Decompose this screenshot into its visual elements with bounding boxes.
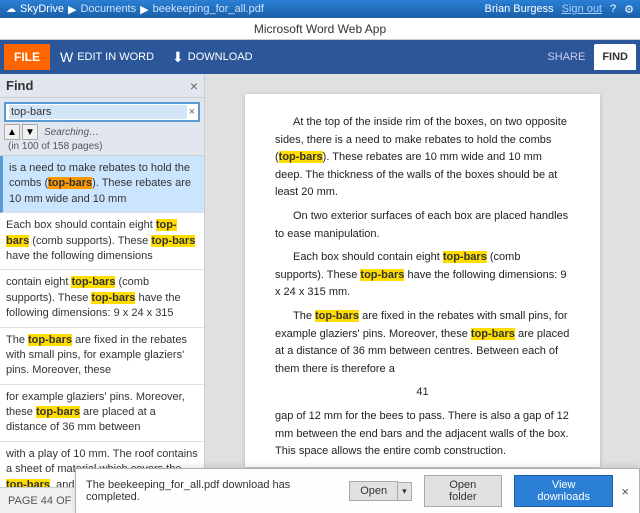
- download-bar: The beekeeping_for_all.pdf download has …: [75, 468, 640, 513]
- highlight-match: top-bars: [6, 479, 50, 487]
- doc-highlight: top-bars: [443, 251, 487, 263]
- find-clear-button[interactable]: ×: [189, 106, 195, 118]
- download-icon: ⬇: [172, 49, 184, 66]
- open-download-button[interactable]: Open: [349, 481, 398, 501]
- signout-link[interactable]: Sign out: [562, 3, 602, 15]
- doc-paragraph: On two exterior surfaces of each box are…: [275, 208, 570, 243]
- ribbon: FILE W EDIT IN WORD ⬇ DOWNLOAD SHARE FIN…: [0, 40, 640, 74]
- doc-highlight: top-bars: [360, 269, 404, 281]
- find-title: Find: [6, 78, 33, 93]
- highlight-match: top-bars: [48, 177, 92, 189]
- open-download-dropdown[interactable]: ▾: [398, 482, 412, 501]
- doc-page: At the top of the inside rim of the boxe…: [245, 94, 600, 467]
- doc-highlight: top-bars: [315, 310, 359, 322]
- view-downloads-button[interactable]: View downloads: [514, 475, 614, 507]
- doc-highlight: top-bars: [471, 328, 515, 340]
- find-panel: Find × × ▲ ▼ Searching… (in 100 of 158 p…: [0, 74, 205, 487]
- doc-paragraph: gap of 12 mm for the bees to pass. There…: [275, 408, 570, 461]
- highlight-match: top-bars: [36, 406, 80, 418]
- edit-in-word-icon: W: [60, 49, 73, 65]
- doc-highlight: top-bars: [279, 151, 323, 163]
- filename-label[interactable]: beekeeping_for_all.pdf: [153, 3, 264, 15]
- find-count: (in 100 of 158 pages): [4, 140, 200, 153]
- top-bar-left: ☁ SkyDrive ▶ Documents ▶ beekeeping_for_…: [6, 3, 264, 16]
- doc-paragraph: At the top of the inside rim of the boxe…: [275, 114, 570, 202]
- find-result-item[interactable]: is a need to make rebates to hold the co…: [0, 156, 204, 213]
- highlight-match: top-bars: [151, 235, 195, 247]
- download-message: The beekeeping_for_all.pdf download has …: [86, 479, 341, 503]
- help-icon[interactable]: ?: [610, 3, 616, 15]
- breadcrumb-sep2: ▶: [140, 3, 148, 16]
- find-result-item[interactable]: The top-bars are fixed in the rebates wi…: [0, 328, 204, 385]
- highlight-match: top-bars: [91, 292, 135, 304]
- doc-page-number: 41: [275, 384, 570, 402]
- find-result-item[interactable]: for example glaziers' pins. Moreover, th…: [0, 385, 204, 442]
- find-search-area: × ▲ ▼ Searching… (in 100 of 158 pages): [0, 98, 204, 156]
- find-input[interactable]: [9, 105, 187, 119]
- app-title: Microsoft Word Web App: [254, 22, 386, 36]
- breadcrumb-sep1: ▶: [68, 3, 76, 16]
- user-label: Brian Burgess: [485, 3, 554, 15]
- doc-paragraph: Each box should contain eight top-bars (…: [275, 249, 570, 302]
- tab-share[interactable]: SHARE: [539, 44, 593, 70]
- find-close-button[interactable]: ×: [190, 79, 198, 93]
- highlight-match: top-bars: [28, 334, 72, 346]
- find-input-row: ×: [4, 102, 200, 122]
- ribbon-tabs: SHARE FIND: [539, 44, 636, 70]
- doc-area[interactable]: At the top of the inside rim of the boxe…: [205, 74, 640, 487]
- find-status: Searching…: [40, 125, 103, 140]
- tab-find[interactable]: FIND: [594, 44, 636, 70]
- download-close-button[interactable]: ×: [621, 484, 629, 499]
- open-folder-button[interactable]: Open folder: [424, 475, 502, 507]
- skydrive-icon: ☁: [6, 4, 16, 15]
- download-button[interactable]: ⬇ DOWNLOAD: [164, 44, 261, 70]
- find-prev-button[interactable]: ▲: [4, 124, 20, 140]
- edit-in-word-label: EDIT IN WORD: [77, 51, 154, 63]
- find-results: is a need to make rebates to hold the co…: [0, 156, 204, 487]
- find-next-button[interactable]: ▼: [22, 124, 38, 140]
- download-label: DOWNLOAD: [188, 51, 253, 63]
- main-layout: Find × × ▲ ▼ Searching… (in 100 of 158 p…: [0, 74, 640, 487]
- find-header: Find ×: [0, 74, 204, 98]
- highlight-match: top-bars: [71, 276, 115, 288]
- doc-paragraph: The top-bars are fixed in the rebates wi…: [275, 308, 570, 378]
- find-nav-row: ▲ ▼ Searching…: [4, 124, 200, 140]
- title-bar: Microsoft Word Web App: [0, 18, 640, 40]
- find-result-item[interactable]: Each box should contain eight top-bars (…: [0, 213, 204, 270]
- file-button[interactable]: FILE: [4, 44, 50, 70]
- top-bar-right: Brian Burgess Sign out ? ⚙: [485, 3, 634, 16]
- edit-in-word-button[interactable]: W EDIT IN WORD: [52, 44, 162, 70]
- documents-label[interactable]: Documents: [80, 3, 136, 15]
- skydrive-label[interactable]: SkyDrive: [20, 3, 64, 15]
- download-open-group: Open ▾: [349, 481, 411, 501]
- top-bar: ☁ SkyDrive ▶ Documents ▶ beekeeping_for_…: [0, 0, 640, 18]
- find-result-item[interactable]: contain eight top-bars (comb supports). …: [0, 270, 204, 327]
- settings-icon[interactable]: ⚙: [624, 3, 634, 16]
- status-bar: PAGE 44 OF 158 75% The beekeeping_for_al…: [0, 487, 640, 513]
